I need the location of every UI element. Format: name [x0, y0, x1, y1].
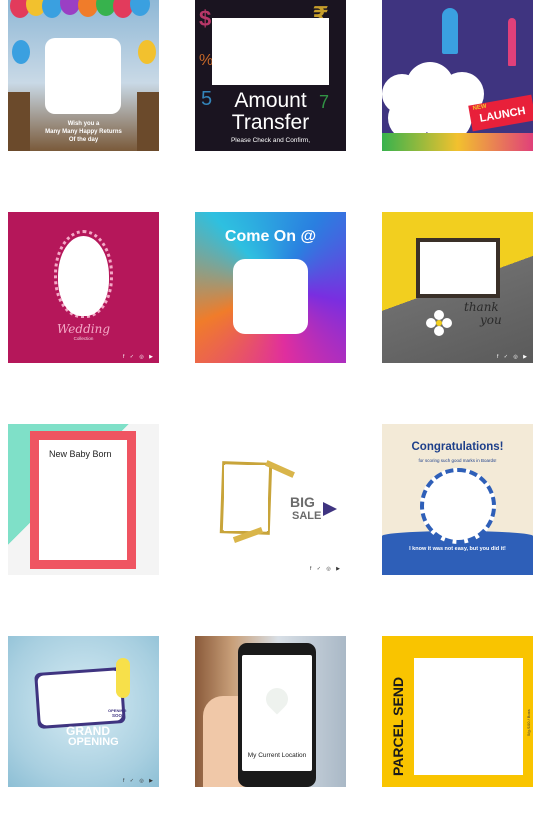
- template-card-new-baby[interactable]: New Baby Born: [8, 424, 159, 575]
- birthday-line2: Many Many Happy Returns: [45, 129, 122, 135]
- transfer-subtitle: Please Check and Confirm,: [230, 137, 311, 144]
- template-card-thank-you[interactable]: thank you f ✓ ◎ ▶: [382, 212, 533, 363]
- photo-frame: [416, 238, 500, 298]
- transfer-title-line1: Amount: [234, 89, 307, 112]
- flower-icon: [426, 310, 452, 336]
- congrats-footer: I know it was not easy, but you did it!: [409, 546, 506, 552]
- template-card-wedding[interactable]: Wedding Collection f ✓ ◎ ▶: [8, 212, 159, 363]
- photo-placeholder[interactable]: [37, 670, 123, 726]
- baby-label: New Baby Born: [49, 449, 112, 459]
- template-card-launch[interactable]: NEW LAUNCH: [382, 0, 533, 151]
- template-grid: Wish you a Many Many Happy Returns Of th…: [0, 0, 546, 819]
- social-icons: f ✓ ◎ ▶: [310, 566, 342, 572]
- template-card-amount-transfer[interactable]: $ ₹ 5 7 % Amount Transfer Please Check a…: [195, 0, 346, 151]
- birthday-line3: Of the day: [68, 137, 99, 143]
- location-label: My Current Location: [247, 752, 307, 759]
- photo-placeholder[interactable]: [420, 242, 496, 294]
- template-card-congratulations[interactable]: Congratulations! for scoring such good m…: [382, 424, 533, 575]
- social-icons: f ✓ ◎ ▶: [123, 354, 155, 360]
- congrats-sub: for scoring such good marks in Boards!: [418, 458, 497, 463]
- wedding-sub: Collection: [73, 336, 94, 341]
- template-card-grand-opening[interactable]: OPENING SOON GRAND OPENING f ✓ ◎ ▶: [8, 636, 159, 787]
- transfer-title-line2: Transfer: [231, 111, 310, 134]
- photo-placeholder[interactable]: [45, 38, 121, 114]
- template-card-current-location[interactable]: My Current Location: [195, 636, 346, 787]
- photo-placeholder[interactable]: [420, 468, 496, 544]
- congrats-title: Congratulations!: [411, 441, 504, 453]
- parcel-side-text: 5/g /100 / Boxs: [526, 709, 531, 736]
- photo-placeholder[interactable]: [58, 236, 109, 316]
- thank-line1: thank: [464, 300, 499, 314]
- balloon-icon: [138, 40, 156, 64]
- template-card-parcel-send[interactable]: PARCEL SEND 5/g /100 / Boxs: [382, 636, 533, 787]
- stripe-decoration: [382, 133, 533, 151]
- rocket-icon: [508, 18, 516, 66]
- parcel-title: PARCEL SEND: [390, 676, 406, 776]
- scribble-decoration: $: [199, 6, 212, 31]
- photo-placeholder[interactable]: [212, 18, 329, 85]
- photo-placeholder[interactable]: [233, 259, 308, 334]
- comeon-title: Come On @: [224, 228, 317, 245]
- megaphone-icon: [323, 502, 337, 516]
- template-card-come-on[interactable]: Come On @: [195, 212, 346, 363]
- photo-placeholder[interactable]: [414, 658, 523, 775]
- rocket-icon: [442, 8, 458, 54]
- birthday-line1: Wish you a: [67, 121, 100, 127]
- tag-decoration: [116, 658, 130, 698]
- photo-placeholder[interactable]: [224, 465, 268, 531]
- template-card-big-sale[interactable]: BIG SALE f ✓ ◎ ▶: [195, 424, 346, 575]
- badge-new-text: NEW: [472, 103, 488, 112]
- tag-line2: SOON: [112, 713, 126, 718]
- wedding-script: Wedding: [56, 322, 111, 336]
- sale-text: SALE: [292, 510, 322, 522]
- social-icons: f ✓ ◎ ▶: [497, 354, 529, 360]
- social-icons: f ✓ ◎ ▶: [123, 778, 155, 784]
- opening-text: OPENING: [68, 736, 119, 748]
- big-text: BIG: [290, 494, 315, 510]
- template-card-birthday[interactable]: Wish you a Many Many Happy Returns Of th…: [8, 0, 159, 151]
- thank-line2: you: [480, 313, 502, 327]
- balloon-icon: [12, 40, 30, 64]
